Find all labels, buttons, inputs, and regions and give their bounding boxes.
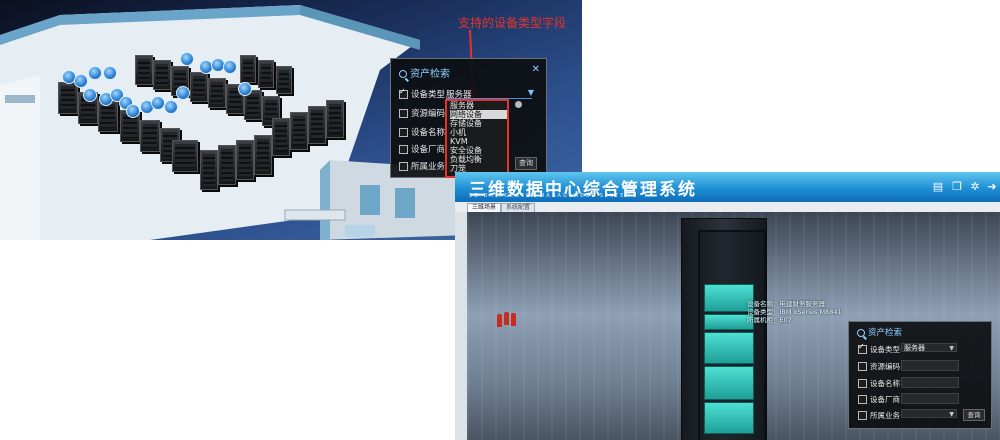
callout-text: 支持的设备类型字段 [458, 16, 567, 30]
device-info-type: 设备类型：IBM xSeries M8841 [747, 308, 842, 316]
device-type-checkbox[interactable] [858, 342, 867, 354]
filter-label: 所属业务 [870, 411, 900, 420]
business-select[interactable]: ▼ [901, 409, 957, 418]
filter-label: 设备类型 [411, 90, 446, 100]
filter-label: 设备厂商 [411, 145, 446, 155]
server-unit[interactable] [704, 366, 754, 400]
copy-icon[interactable]: ❐ [951, 180, 963, 193]
filter-device-type[interactable]: 设备类型 [399, 87, 446, 100]
server-unit[interactable] [704, 402, 754, 434]
vendor-checkbox[interactable] [858, 395, 867, 404]
tab-system-config[interactable]: 系统配置 [501, 203, 536, 212]
dropdown-option[interactable]: 负载均衡 [450, 155, 507, 164]
chevron-down-icon[interactable]: ▼ [949, 410, 954, 419]
left-sidebar-strip [455, 212, 467, 440]
device-info-rack: 所属机柜：E07 [747, 316, 792, 324]
filter-resource-code[interactable]: 资源编码 [858, 361, 900, 372]
app-header: 三维数据中心综合管理系统 3D DATACENTER MANAGEMENT SY… [455, 172, 1000, 202]
device-name-checkbox[interactable] [399, 127, 408, 137]
query-button[interactable]: 查询 [963, 409, 985, 421]
asset-search-panel-2: 资产检索 设备类型 服务器▼ 资源编码 设备名称 设备厂商 所属业务 ▼ 查询 [848, 321, 992, 429]
dropdown-scrollbar[interactable] [515, 101, 522, 108]
fire-extinguisher [511, 313, 516, 326]
asset-search-panel: 资产检索 ✕ 设备类型 服务器 ▼ 资源编码 设备名称 设备厂商 所属业务 服务 [390, 58, 547, 178]
filter-vendor[interactable]: 设备厂商 [858, 394, 900, 405]
app-subtitle: 3D DATACENTER MANAGEMENT SYSTEM [469, 193, 632, 199]
filter-label: 资源编码 [411, 109, 446, 119]
device-name-checkbox[interactable] [858, 379, 867, 388]
settings-icon[interactable]: ✲ [969, 180, 981, 193]
filter-label: 设备厂商 [870, 395, 900, 404]
filter-vendor[interactable]: 设备厂商 [399, 143, 445, 155]
filter-device-name[interactable]: 设备名称 [399, 126, 445, 138]
filter-label: 资源编码 [870, 362, 900, 371]
device-type-select[interactable]: 服务器 ▼ [446, 88, 534, 100]
filter-device-type[interactable]: 设备类型 [858, 342, 900, 355]
search-icon [857, 328, 865, 337]
query-button[interactable]: 查询 [515, 157, 537, 170]
resource-code-checkbox[interactable] [858, 362, 867, 371]
device-type-select[interactable]: 服务器 ▼ [901, 343, 957, 352]
document-icon[interactable]: ▤ [932, 180, 944, 193]
business-checkbox[interactable] [399, 161, 408, 171]
resource-code-checkbox[interactable] [399, 108, 408, 118]
dropdown-option[interactable]: 存储设备 [450, 119, 507, 128]
filter-business[interactable]: 所属业务 [399, 160, 445, 172]
panel-title: 资产检索 [857, 326, 902, 338]
dropdown-option[interactable]: 小机 [450, 128, 507, 137]
fire-extinguisher [497, 314, 502, 327]
dropdown-option[interactable]: 服务器 [450, 101, 507, 110]
device-name-input[interactable] [901, 377, 959, 388]
exit-icon[interactable]: ➜ [986, 180, 998, 193]
business-checkbox[interactable] [858, 411, 867, 420]
filter-business[interactable]: 所属业务 [858, 410, 900, 421]
resource-code-input[interactable] [901, 360, 959, 371]
dropdown-option[interactable]: 网络设备 [450, 110, 507, 119]
filter-label: 设备类型 [870, 345, 900, 354]
close-icon[interactable]: ✕ [532, 64, 540, 75]
device-info-name: 设备名称：电建财务服务器 [747, 300, 825, 308]
device-type-dropdown-list[interactable]: 服务器 网络设备 存储设备 小机 KVM 安全设备 负载均衡 刀笼 [445, 99, 509, 178]
chevron-down-icon[interactable]: ▼ [528, 88, 534, 97]
dropdown-option[interactable]: 安全设备 [450, 146, 507, 155]
chevron-down-icon[interactable]: ▼ [949, 344, 954, 353]
device-type-checkbox[interactable] [399, 87, 408, 99]
panel-title: 资产检索 [399, 65, 450, 80]
tab-3d-scene[interactable]: 三维场景 [467, 203, 502, 212]
filter-label: 所属业务 [411, 162, 446, 172]
server-unit[interactable] [704, 332, 754, 364]
vendor-checkbox[interactable] [399, 144, 408, 154]
filter-resource-code[interactable]: 资源编码 [399, 107, 445, 119]
filter-label: 设备名称 [411, 128, 446, 138]
fire-extinguisher [504, 312, 509, 325]
vendor-input[interactable] [901, 393, 959, 404]
search-icon [399, 70, 407, 78]
filter-device-name[interactable]: 设备名称 [858, 378, 900, 389]
filter-label: 设备名称 [870, 379, 900, 388]
dropdown-option[interactable]: KVM [450, 137, 507, 146]
